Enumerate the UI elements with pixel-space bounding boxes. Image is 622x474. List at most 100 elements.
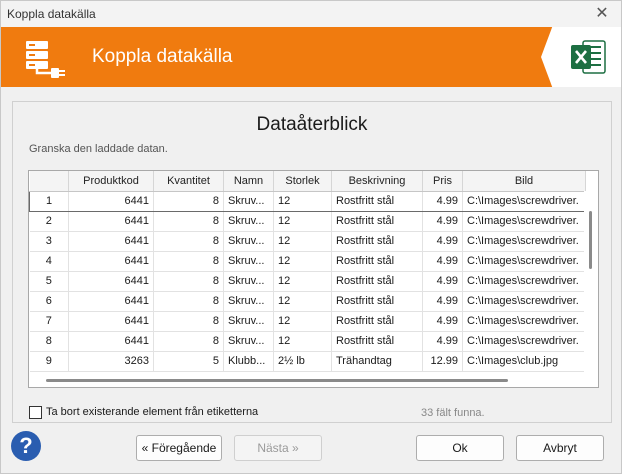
table-row[interactable]: 2 6441 8 Skruv... 12 Rostfritt stål 4.99 C:\Ima…: [29, 211, 586, 232]
table-cell: Skruv...: [223, 271, 274, 292]
table-cell: C:\Images\screwdriver.: [462, 231, 586, 252]
row-index-cell: 8: [29, 331, 69, 352]
table-cell: C:\Images\screwdriver.: [462, 331, 586, 352]
table-cell: Rostfritt stål: [331, 190, 423, 212]
table-cell: Rostfritt stål: [331, 271, 423, 292]
row-index-cell: 3: [29, 231, 69, 252]
table-cell: 6441: [68, 190, 154, 212]
cancel-button[interactable]: Avbryt: [516, 435, 604, 461]
table-cell: 8: [153, 251, 224, 272]
header-banner: Koppla datakälla: [1, 27, 621, 87]
table-cell: 6441: [68, 291, 154, 312]
table-cell: Rostfritt stål: [331, 311, 423, 332]
data-grid[interactable]: Produktkod Kvantitet Namn Storlek Beskri…: [28, 170, 599, 388]
vertical-scrollbar[interactable]: [584, 191, 598, 387]
table-cell: 12: [273, 291, 332, 312]
ok-button[interactable]: Ok: [416, 435, 504, 461]
table-cell: 6441: [68, 211, 154, 232]
excel-icon: [571, 40, 606, 74]
table-cell: 5: [153, 351, 224, 372]
panel-subtitle: Granska den laddade datan.: [29, 143, 168, 155]
table-cell: 12: [273, 211, 332, 232]
table-cell: 12: [273, 190, 332, 212]
data-preview-panel: Dataåterblick Granska den laddade datan.…: [12, 101, 612, 423]
table-row[interactable]: 4 6441 8 Skruv... 12 Rostfritt stål 4.99 C:\Ima…: [29, 251, 586, 272]
table-cell: 8: [153, 331, 224, 352]
table-cell: 4.99: [422, 231, 463, 252]
remove-existing-checkbox[interactable]: [29, 405, 42, 419]
remove-existing-label: Ta bort existerande element från etikett…: [46, 406, 259, 418]
table-cell: Klubb...: [223, 351, 274, 372]
table-cell: 8: [153, 190, 224, 212]
column-header[interactable]: Storlek: [273, 171, 332, 192]
table-row[interactable]: 9 3263 5 Klubb... 2½ lb Trähandtag 12.99 C:\Ima…: [29, 351, 586, 372]
table-cell: 3263: [68, 351, 154, 372]
column-header[interactable]: Produktkod: [68, 171, 154, 192]
table-cell: 6441: [68, 331, 154, 352]
column-header[interactable]: Namn: [223, 171, 274, 192]
close-icon[interactable]: ✕: [591, 3, 613, 25]
table-cell: 12: [273, 331, 332, 352]
table-cell: Rostfritt stål: [331, 211, 423, 232]
data-table: Produktkod Kvantitet Namn Storlek Beskri…: [29, 171, 586, 372]
table-cell: Skruv...: [223, 311, 274, 332]
row-index-cell: 9: [29, 351, 69, 372]
table-row[interactable]: 6 6441 8 Skruv... 12 Rostfritt stål 4.99 C:\Ima…: [29, 291, 586, 312]
row-index-cell: 1: [29, 190, 69, 212]
table-cell: 6441: [68, 311, 154, 332]
row-index-cell: 7: [29, 311, 69, 332]
table-cell: 12: [273, 231, 332, 252]
table-row[interactable]: 3 6441 8 Skruv... 12 Rostfritt stål 4.99 C:\Ima…: [29, 231, 586, 252]
fields-found-status: 33 fält funna.: [421, 407, 485, 419]
panel-title: Dataåterblick: [256, 114, 368, 135]
column-header[interactable]: Bild: [462, 171, 586, 192]
remove-existing-option[interactable]: Ta bort existerande element från etikett…: [29, 404, 258, 420]
table-cell: 4.99: [422, 190, 463, 212]
database-connect-icon: [26, 41, 65, 78]
table-cell: Skruv...: [223, 331, 274, 352]
row-index-cell: 2: [29, 211, 69, 232]
column-header[interactable]: Pris: [422, 171, 463, 192]
table-cell: 6441: [68, 271, 154, 292]
table-cell: C:\Images\club.jpg: [462, 351, 586, 372]
table-cell: 12: [273, 311, 332, 332]
table-cell: 6441: [68, 251, 154, 272]
table-cell: Skruv...: [223, 251, 274, 272]
table-cell: Rostfritt stål: [331, 291, 423, 312]
table-row[interactable]: 5 6441 8 Skruv... 12 Rostfritt stål 4.99 C:\Ima…: [29, 271, 586, 292]
column-header[interactable]: Beskrivning: [331, 171, 423, 192]
table-cell: Rostfritt stål: [331, 251, 423, 272]
row-index-cell: 4: [29, 251, 69, 272]
vertical-scroll-thumb[interactable]: [589, 211, 592, 269]
table-cell: C:\Images\screwdriver.: [462, 211, 586, 232]
table-cell: 8: [153, 311, 224, 332]
horizontal-scroll-thumb[interactable]: [46, 379, 508, 382]
help-icon[interactable]: ?: [11, 431, 41, 461]
table-cell: 4.99: [422, 311, 463, 332]
table-cell: Rostfritt stål: [331, 331, 423, 352]
table-cell: Skruv...: [223, 291, 274, 312]
table-cell: 12.99: [422, 351, 463, 372]
banner-heading: Koppla datakälla: [92, 46, 233, 67]
table-cell: 8: [153, 231, 224, 252]
table-cell: C:\Images\screwdriver.: [462, 251, 586, 272]
dialog-window: Koppla datakälla ✕ Koppla datakälla Data…: [0, 0, 622, 474]
table-row[interactable]: 7 6441 8 Skruv... 12 Rostfritt stål 4.99 C:\Ima…: [29, 311, 586, 332]
table-cell: C:\Images\screwdriver.: [462, 311, 586, 332]
column-header[interactable]: [29, 171, 69, 192]
table-cell: Skruv...: [223, 231, 274, 252]
row-index-cell: 6: [29, 291, 69, 312]
table-cell: 2½ lb: [273, 351, 332, 372]
table-cell: 4.99: [422, 291, 463, 312]
table-cell: Trähandtag: [331, 351, 423, 372]
column-header[interactable]: Kvantitet: [153, 171, 224, 192]
table-cell: 4.99: [422, 251, 463, 272]
table-cell: Skruv...: [223, 211, 274, 232]
horizontal-scrollbar[interactable]: [29, 373, 585, 387]
table-row[interactable]: 8 6441 8 Skruv... 12 Rostfritt stål 4.99 C:\Ima…: [29, 331, 586, 352]
table-cell: 8: [153, 211, 224, 232]
next-button[interactable]: Nästa »: [234, 435, 322, 461]
table-cell: 12: [273, 271, 332, 292]
previous-button[interactable]: « Föregående: [136, 435, 222, 461]
table-row[interactable]: 1 6441 8 Skruv... 12 Rostfritt stål 4.99 C:\Ima…: [29, 190, 586, 212]
